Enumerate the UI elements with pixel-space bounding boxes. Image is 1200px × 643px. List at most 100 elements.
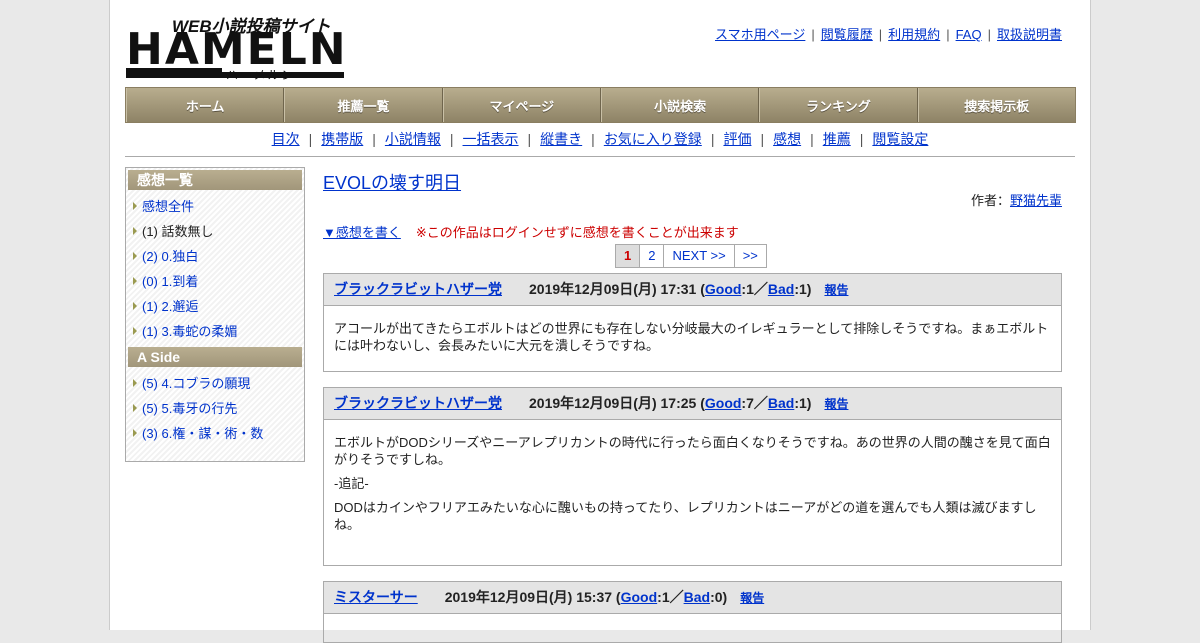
good-count: :1／ <box>657 589 684 605</box>
sidebar-item-label[interactable]: (1) 2.邂逅 <box>142 299 198 314</box>
sidebar-item: (1) 話数無し <box>126 219 304 244</box>
comment-text: アコールが出てきたらエボルトはどの世界にも存在しない分岐最大のイレギュラーとして… <box>334 321 1049 353</box>
comment-text: DODはカインやフリアエみたいな心に醜いもの持ってたり、レプリカントはニーアがど… <box>334 500 1037 532</box>
bad-count: :0) <box>710 589 728 605</box>
bad-link[interactable]: Bad <box>768 395 794 411</box>
sidebar-item[interactable]: (5) 4.コブラの願現 <box>126 371 304 396</box>
sidebar-item[interactable]: (0) 1.到着 <box>126 269 304 294</box>
subnav-settings[interactable]: 閲覧設定 <box>872 131 928 147</box>
good-link[interactable]: Good <box>621 589 658 605</box>
separator: | <box>760 131 765 147</box>
sidebar-item-label[interactable]: (3) 6.権・謀・術・数 <box>142 426 263 441</box>
good-count: :1／ <box>741 281 768 297</box>
subnav-info[interactable]: 小説情報 <box>385 131 441 147</box>
page-current: 1 <box>616 245 641 267</box>
page-last[interactable]: >> <box>735 245 766 267</box>
bad-link[interactable]: Bad <box>684 589 710 605</box>
sub-nav: 目次 | 携帯版 | 小説情報 | 一括表示 | 縦書き | お気に入り登録 | 評価 | 感想 | 推薦 | 閲覧… <box>125 129 1075 149</box>
commenter-name[interactable]: ブラックラビットハザー党 <box>334 281 502 297</box>
sidebar-item[interactable]: 感想全件 <box>126 194 304 219</box>
report-link[interactable]: 報告 <box>824 283 848 297</box>
sidebar-item-label[interactable]: (1) 3.毒蛇の柔媚 <box>142 324 237 339</box>
sidebar-header-comments: 感想一覧 <box>128 170 302 190</box>
sidebar-item[interactable]: (2) 0.独白 <box>126 244 304 269</box>
separator: | <box>591 131 595 147</box>
page-link[interactable]: 2 <box>640 245 665 267</box>
separator: | <box>372 131 376 147</box>
page-next[interactable]: NEXT >> <box>664 245 735 267</box>
separator: | <box>449 131 454 147</box>
sidebar-header-aside: A Side <box>128 347 302 367</box>
separator: | <box>987 27 991 42</box>
separator: | <box>810 131 814 147</box>
novel-title[interactable]: EVOLの壊す明日 <box>323 169 461 195</box>
separator: | <box>710 131 715 147</box>
comment-header: ブラックラビットハザー党 2019年12月09日(月) 17:25 (Good:7… <box>324 388 1061 420</box>
sidebar-item[interactable]: (5) 5.毒牙の行先 <box>126 396 304 421</box>
bad-link[interactable]: Bad <box>768 281 794 297</box>
separator: | <box>811 27 815 42</box>
comment-text: エボルトがDODシリーズやニーアレプリカントの時代に行ったら面白くなりそうですね… <box>334 435 1051 467</box>
sidebar-item-label[interactable]: (5) 5.毒牙の行先 <box>142 401 237 416</box>
sidebar-item-label[interactable]: (0) 1.到着 <box>142 274 198 289</box>
commenter-name[interactable]: ブラックラビットハザー党 <box>334 395 502 411</box>
divider <box>125 156 1075 157</box>
sidebar-item[interactable]: (1) 2.邂逅 <box>126 294 304 319</box>
link-history[interactable]: 閲覧履歴 <box>821 27 873 42</box>
link-faq[interactable]: FAQ <box>956 27 982 42</box>
author-line: 作者：野猫先輩 <box>971 190 1062 209</box>
write-comment-link[interactable]: ▼感想を書く <box>323 225 401 240</box>
commenter-name[interactable]: ミスターサー <box>334 589 418 605</box>
sidebar: 感想一覧 感想全件 (1) 話数無し (2) 0.独白 (0) 1.到着 (1)… <box>125 167 305 462</box>
nav-search[interactable]: 小説検索 <box>600 88 760 122</box>
report-link[interactable]: 報告 <box>824 397 848 411</box>
sidebar-item-label: (1) 話数無し <box>142 224 214 239</box>
comment-body: エボルトがDODシリーズやニーアレプリカントの時代に行ったら面白くなりそうですね… <box>324 420 1061 533</box>
site-logo[interactable]: WEB小説投稿サイト HAMELN ハーメルン <box>126 10 346 82</box>
comment-text: -追記- <box>334 476 369 491</box>
subnav-vertical[interactable]: 縦書き <box>540 131 582 147</box>
link-smartphone[interactable]: スマホ用ページ <box>715 27 805 42</box>
comment-card: ブラックラビットハザー党 2019年12月09日(月) 17:31 (Good:1… <box>323 273 1062 372</box>
sidebar-item[interactable]: (1) 3.毒蛇の柔媚 <box>126 319 304 344</box>
nav-home[interactable]: ホーム <box>126 88 285 122</box>
top-links: スマホ用ページ | 閲覧履歴 | 利用規約 | FAQ | 取扱説明書 <box>715 24 1062 43</box>
comment-date: 2019年12月09日(月) 17:31 <box>529 281 697 297</box>
link-manual[interactable]: 取扱説明書 <box>997 27 1062 42</box>
comment-date: 2019年12月09日(月) 17:25 <box>529 395 697 411</box>
comment-card: ミスターサー 2019年12月09日(月) 15:37 (Good:1／Bad:0… <box>323 581 1062 643</box>
page-container: WEB小説投稿サイト HAMELN ハーメルン スマホ用ページ | 閲覧履歴 | 利用規… <box>109 0 1091 643</box>
separator: | <box>308 131 313 147</box>
main-nav: ホーム 推薦一覧 マイページ 小説検索 ランキング 捜索掲示板 <box>125 87 1076 123</box>
subnav-mobile[interactable]: 携帯版 <box>321 131 363 147</box>
good-link[interactable]: Good <box>705 281 742 297</box>
subnav-favorite[interactable]: お気に入り登録 <box>604 131 702 147</box>
sidebar-item-label[interactable]: (5) 4.コブラの願現 <box>142 376 250 391</box>
nav-board[interactable]: 捜索掲示板 <box>917 88 1075 122</box>
nav-ranking[interactable]: ランキング <box>759 88 918 122</box>
separator: | <box>878 27 883 42</box>
sidebar-item[interactable]: (3) 6.権・謀・術・数 <box>126 421 304 446</box>
write-comment-line: ▼感想を書く ※この作品はログインせずに感想を書くことが出来ます <box>323 222 739 241</box>
good-link[interactable]: Good <box>705 395 742 411</box>
link-terms[interactable]: 利用規約 <box>888 27 940 42</box>
separator: | <box>527 131 532 147</box>
author-label: 作者： <box>970 193 1010 208</box>
bad-count: :1) <box>794 395 812 411</box>
login-warning: ※この作品はログインせずに感想を書くことが出来ます <box>415 225 739 240</box>
author-link[interactable]: 野猫先輩 <box>1010 193 1062 208</box>
separator: | <box>946 27 950 42</box>
sidebar-item-label[interactable]: (2) 0.独白 <box>142 249 198 264</box>
bad-count: :1) <box>794 281 812 297</box>
comment-date: 2019年12月09日(月) 15:37 <box>444 589 613 605</box>
subnav-rating[interactable]: 評価 <box>723 131 751 147</box>
nav-recommendations[interactable]: 推薦一覧 <box>284 88 443 122</box>
comment-body: アコールが出てきたらエボルトはどの世界にも存在しない分岐最大のイレギュラーとして… <box>324 306 1061 354</box>
report-link[interactable]: 報告 <box>740 591 764 605</box>
sidebar-item-label[interactable]: 感想全件 <box>142 199 194 214</box>
nav-mypage[interactable]: マイページ <box>442 88 601 122</box>
subnav-toc[interactable]: 目次 <box>272 131 300 147</box>
subnav-comments[interactable]: 感想 <box>773 131 801 147</box>
subnav-recommend[interactable]: 推薦 <box>823 131 851 147</box>
subnav-all[interactable]: 一括表示 <box>463 131 519 147</box>
